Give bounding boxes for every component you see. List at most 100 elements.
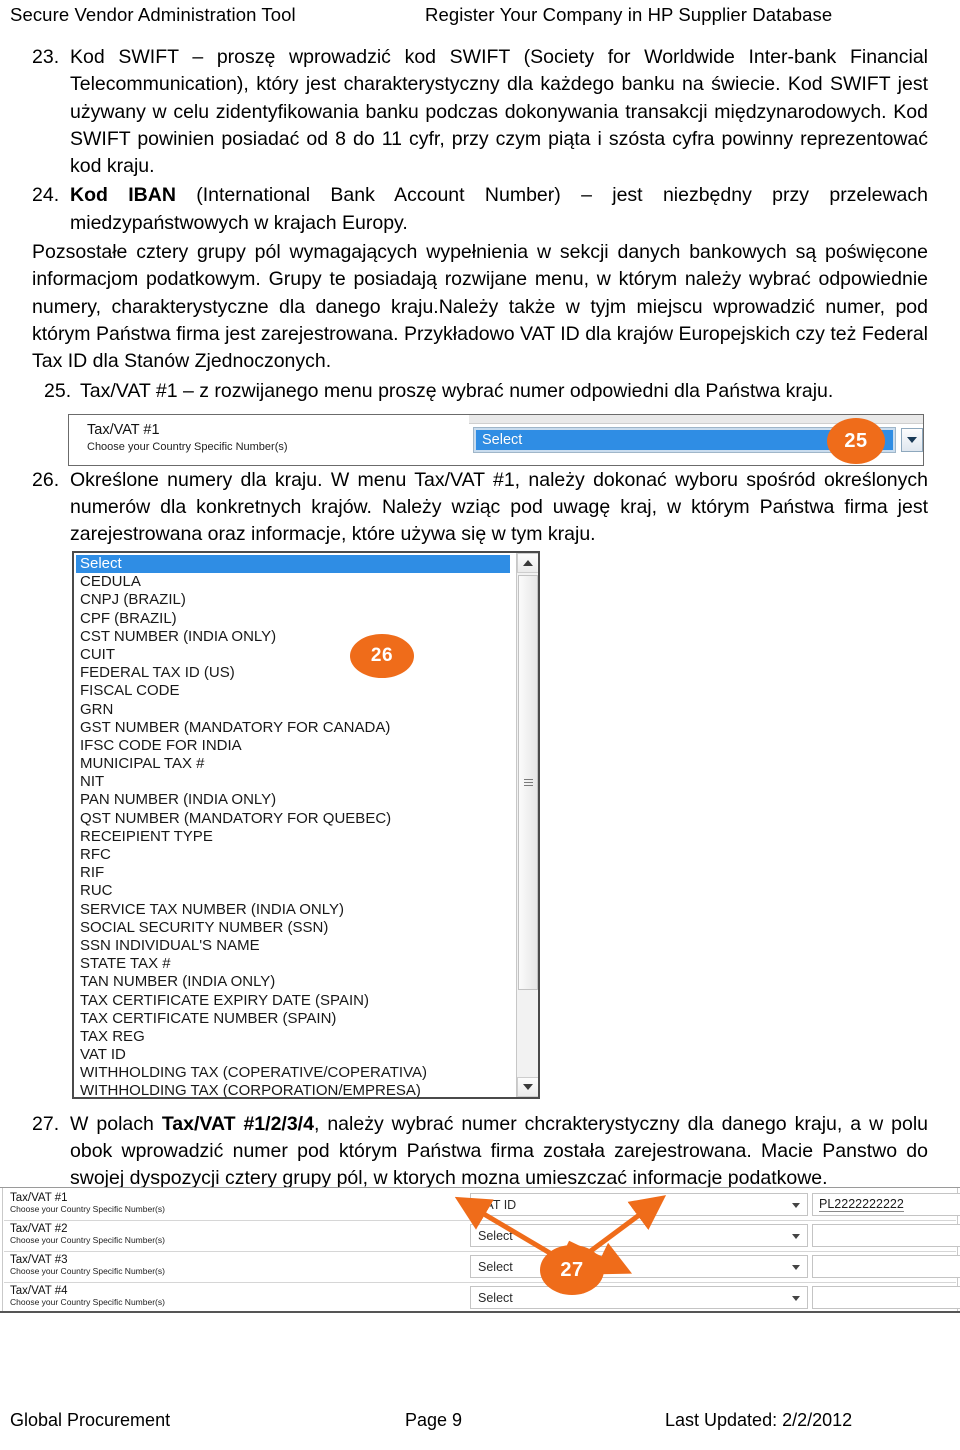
figure-tax-vat-single-row: Tax/VAT #1 Choose your Country Specific … bbox=[68, 414, 924, 466]
list-item-26-text: Określone numery dla kraju. W menu Tax/V… bbox=[70, 468, 928, 546]
row-number-input[interactable] bbox=[812, 1224, 960, 1247]
document-footer: Global Procurement Page 9 Last Updated: … bbox=[0, 1410, 960, 1436]
row-sublabel: Choose your Country Specific Number(s) bbox=[10, 1266, 165, 1276]
row-select[interactable]: Select bbox=[470, 1255, 808, 1278]
dropdown-option[interactable]: TAN NUMBER (INDIA ONLY) bbox=[76, 973, 514, 991]
tax-vat-form-row: Tax/VAT #3 Choose your Country Specific N… bbox=[4, 1251, 960, 1285]
header-title-left: Secure Vendor Administration Tool bbox=[10, 4, 296, 25]
row-label: Tax/VAT #4 bbox=[10, 1285, 68, 1297]
list-item-27-pre: W polach bbox=[70, 1112, 162, 1135]
dropdown-option[interactable]: RUC bbox=[76, 882, 514, 900]
dropdown-option[interactable]: VAT ID bbox=[76, 1046, 514, 1064]
chevron-down-icon bbox=[792, 1296, 800, 1301]
dropdown-option[interactable]: STATE TAX # bbox=[76, 955, 514, 973]
row-divider bbox=[4, 1282, 956, 1283]
list-item-27-number: 27. bbox=[32, 1112, 60, 1135]
dropdown-option[interactable]: CNPJ (BRAZIL) bbox=[76, 591, 514, 609]
row-sublabel: Choose your Country Specific Number(s) bbox=[10, 1235, 165, 1245]
row-select[interactable]: Select bbox=[470, 1224, 808, 1247]
dropdown-option[interactable]: RECEIPIENT TYPE bbox=[76, 828, 514, 846]
document-header: Secure Vendor Administration Tool Regist… bbox=[0, 4, 960, 34]
dropdown-option-list[interactable]: Select CEDULA CNPJ (BRAZIL) CPF (BRAZIL) CST… bbox=[74, 553, 514, 1097]
list-item-23-number: 23. bbox=[32, 46, 60, 68]
callout-badge-27: 27 bbox=[540, 1245, 604, 1295]
arrow-down-icon bbox=[523, 1084, 533, 1090]
tax-vat-1-select-arrow-button[interactable] bbox=[901, 428, 923, 452]
footer-page-number: Page 9 bbox=[405, 1410, 463, 1430]
dropdown-option[interactable]: CUIT bbox=[76, 646, 514, 664]
row-label: Tax/VAT #2 bbox=[10, 1223, 68, 1235]
scrollbar-thumb[interactable] bbox=[518, 575, 538, 990]
dropdown-option[interactable]: GRN bbox=[76, 701, 514, 719]
figure-tax-vat-four-rows: Tax/VAT #1 Choose your Country Specific N… bbox=[0, 1187, 960, 1313]
row-select-value: Select bbox=[478, 1290, 513, 1305]
dropdown-option[interactable]: IFSC CODE FOR INDIA bbox=[76, 737, 514, 755]
row-select-value: Select bbox=[478, 1228, 513, 1243]
dropdown-scrollbar[interactable] bbox=[516, 553, 538, 1097]
list-item-25-number: 25. bbox=[44, 379, 72, 402]
row-select[interactable]: VAT ID bbox=[470, 1193, 808, 1216]
dropdown-option[interactable]: TAX CERTIFICATE EXPIRY DATE (SPAIN) bbox=[76, 992, 514, 1010]
dropdown-option[interactable]: SERVICE TAX NUMBER (INDIA ONLY) bbox=[76, 901, 514, 919]
figure-dropdown-open-list: Select CEDULA CNPJ (BRAZIL) CPF (BRAZIL) CST… bbox=[72, 551, 540, 1099]
list-item-24-bold: Kod IBAN bbox=[70, 184, 176, 207]
callout-badge-26: 26 bbox=[350, 634, 414, 678]
dropdown-option[interactable]: RIF bbox=[76, 864, 514, 882]
row-number-input[interactable] bbox=[812, 1255, 960, 1278]
list-item-24: 24. Kod IBAN (International Bank Account… bbox=[32, 182, 928, 237]
row-number-value: PL2222222222 bbox=[819, 1197, 904, 1212]
dropdown-option[interactable]: FISCAL CODE bbox=[76, 682, 514, 700]
dropdown-option[interactable]: CPF (BRAZIL) bbox=[76, 610, 514, 628]
dropdown-option[interactable]: TAX CERTIFICATE NUMBER (SPAIN) bbox=[76, 1010, 514, 1028]
row-sublabel: Choose your Country Specific Number(s) bbox=[10, 1204, 165, 1214]
tax-vat-1-select-value: Select bbox=[482, 432, 523, 448]
row-number-input[interactable] bbox=[812, 1286, 960, 1309]
header-title-right: Register Your Company in HP Supplier Dat… bbox=[425, 4, 833, 25]
dropdown-option[interactable]: TAX REG bbox=[76, 1028, 514, 1046]
dropdown-option[interactable]: SSN INDIVIDUAL'S NAME bbox=[76, 937, 514, 955]
dropdown-option[interactable]: PAN NUMBER (INDIA ONLY) bbox=[76, 791, 514, 809]
dropdown-option[interactable]: QST NUMBER (MANDATORY FOR QUEBEC) bbox=[76, 810, 514, 828]
dropdown-option[interactable]: RFC bbox=[76, 846, 514, 864]
tax-vat-form-row: Tax/VAT #1 Choose your Country Specific N… bbox=[4, 1192, 960, 1223]
list-item-23: 23. Kod SWIFT – proszę wprowadzić kod SW… bbox=[32, 44, 928, 180]
figure-27-left-rule bbox=[2, 1188, 3, 1311]
dropdown-option[interactable]: SOCIAL SECURITY NUMBER (SSN) bbox=[76, 919, 514, 937]
footer-last-updated: Last Updated: 2/2/2012 bbox=[665, 1410, 853, 1430]
chevron-down-icon bbox=[792, 1234, 800, 1239]
list-item-26-number: 26. bbox=[32, 468, 60, 491]
list-item-24-number: 24. bbox=[32, 184, 60, 207]
dropdown-option[interactable]: FEDERAL TAX ID (US) bbox=[76, 664, 514, 682]
chevron-down-icon bbox=[792, 1203, 800, 1208]
row-number-input[interactable]: PL2222222222 bbox=[812, 1193, 960, 1216]
tax-vat-form-row: Tax/VAT #2 Choose your Country Specific N… bbox=[4, 1220, 960, 1254]
dropdown-option[interactable]: GST NUMBER (MANDATORY FOR CANADA) bbox=[76, 719, 514, 737]
list-item-26: 26. Określone numery dla kraju. W menu T… bbox=[32, 467, 928, 549]
chevron-down-icon bbox=[792, 1265, 800, 1270]
grip-icon bbox=[523, 779, 533, 786]
list-item-25-text: Tax/VAT #1 – z rozwijanego menu proszę w… bbox=[80, 379, 834, 402]
list-item-27-bold: Tax/VAT #1/2/3/4 bbox=[161, 1112, 314, 1135]
dropdown-option[interactable]: WITHHOLDING TAX (COPERATIVE/COPERATIVA) bbox=[76, 1064, 514, 1082]
list-item-25: 25. Tax/VAT #1 – z rozwijanego menu pros… bbox=[32, 378, 928, 405]
row-label: Tax/VAT #3 bbox=[10, 1254, 68, 1266]
row-sublabel: Choose your Country Specific Number(s) bbox=[10, 1297, 165, 1307]
figure-25-field-label: Tax/VAT #1 bbox=[87, 422, 160, 438]
figure-25-field-sublabel: Choose your Country Specific Number(s) bbox=[87, 440, 288, 453]
arrow-up-icon bbox=[523, 560, 533, 566]
dropdown-option[interactable]: MUNICIPAL TAX # bbox=[76, 755, 514, 773]
dropdown-option[interactable]: CST NUMBER (INDIA ONLY) bbox=[76, 628, 514, 646]
dropdown-option[interactable]: NIT bbox=[76, 773, 514, 791]
scrollbar-down-button[interactable] bbox=[517, 1077, 538, 1097]
row-select[interactable]: Select bbox=[470, 1286, 808, 1309]
callout-badge-25: 25 bbox=[827, 418, 885, 464]
row-divider bbox=[4, 1251, 956, 1252]
figure-25-label-block: Tax/VAT #1 Choose your Country Specific … bbox=[87, 422, 288, 453]
dropdown-option[interactable]: WITHHOLDING TAX (CORPORATION/EMPRESA) bbox=[76, 1082, 514, 1097]
list-item-27: 27. W polach Tax/VAT #1/2/3/4, należy wy… bbox=[32, 1111, 928, 1193]
tax-vat-form-row: Tax/VAT #4 Choose your Country Specific N… bbox=[4, 1282, 960, 1316]
row-select-value: VAT ID bbox=[478, 1197, 517, 1212]
dropdown-option[interactable]: CEDULA bbox=[76, 573, 514, 591]
scrollbar-up-button[interactable] bbox=[517, 553, 538, 573]
dropdown-option[interactable]: Select bbox=[76, 555, 510, 574]
